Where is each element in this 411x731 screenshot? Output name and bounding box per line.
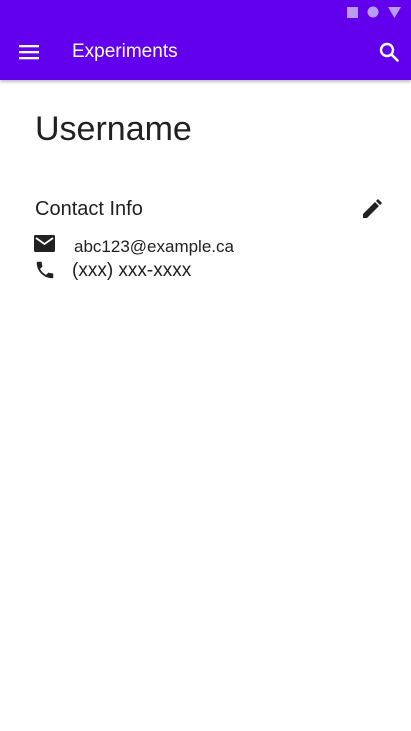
edit-icon bbox=[363, 199, 382, 218]
status-icons bbox=[347, 6, 401, 18]
app-bar: Experiments bbox=[0, 24, 411, 80]
phone-icon bbox=[36, 261, 54, 279]
triangle-icon bbox=[388, 6, 401, 18]
username-heading: Username bbox=[35, 110, 192, 148]
menu-button[interactable] bbox=[10, 33, 48, 71]
search-icon bbox=[379, 42, 399, 62]
contact-info-title: Contact Info bbox=[35, 198, 143, 220]
email-text[interactable]: abc123@example.ca bbox=[74, 236, 234, 258]
edit-contact-button[interactable] bbox=[355, 192, 389, 226]
app-title: Experiments bbox=[72, 41, 178, 62]
mail-icon bbox=[34, 235, 55, 252]
phone-row: (xxx) xxx-xxxx bbox=[34, 258, 374, 284]
menu-icon bbox=[19, 45, 39, 60]
phone-text[interactable]: (xxx) xxx-xxxx bbox=[72, 259, 191, 283]
square-icon bbox=[347, 6, 358, 18]
status-bar bbox=[0, 0, 411, 24]
circle-icon bbox=[367, 6, 379, 18]
email-row: abc123@example.ca bbox=[34, 234, 374, 258]
search-button[interactable] bbox=[370, 33, 408, 71]
